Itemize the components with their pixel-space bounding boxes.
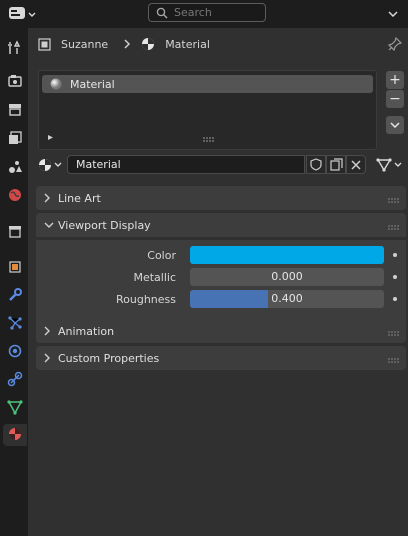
keyframe-dot-icon[interactable] [393, 253, 397, 257]
tab-render[interactable] [3, 71, 27, 93]
pin-button[interactable] [387, 36, 403, 54]
node-tree-icon [376, 158, 392, 172]
slot-label: Material [70, 77, 115, 91]
properties-main: Suzanne Material Material + − Material L… [28, 28, 408, 536]
fake-user-button[interactable] [306, 155, 326, 174]
tab-world[interactable] [3, 185, 27, 207]
color-label: Color [147, 249, 176, 262]
material-icon [141, 37, 155, 51]
metallic-slider[interactable]: 0.000 [190, 268, 384, 286]
resize-grip-icon[interactable] [203, 137, 215, 143]
chevron-right-icon [44, 326, 54, 336]
particles-icon [7, 315, 23, 334]
chevron-right-icon [44, 353, 54, 363]
chevron-right-icon [44, 193, 54, 203]
tab-modifiers[interactable] [3, 285, 27, 307]
tab-particles[interactable] [3, 313, 27, 335]
output-icon [7, 101, 23, 120]
tab-data[interactable] [3, 397, 27, 419]
slot-specials-button[interactable] [386, 116, 404, 134]
new-material-button[interactable] [326, 155, 346, 174]
tab-tool[interactable] [3, 38, 27, 60]
constraints-icon [7, 371, 23, 390]
chevron-down-icon [388, 7, 398, 20]
add-slot-button[interactable]: + [386, 71, 404, 89]
material-slot-list[interactable]: Material [38, 70, 377, 150]
search-placeholder: Search [174, 6, 212, 19]
chevron-down-icon [28, 8, 36, 21]
breadcrumb: Suzanne Material [38, 36, 210, 52]
panel-animation[interactable]: Animation [36, 319, 406, 343]
properties-header: Search [0, 0, 408, 28]
tab-physics[interactable] [3, 341, 27, 363]
node-link-button[interactable] [376, 155, 406, 175]
material-icon [7, 426, 23, 445]
editor-type-button[interactable] [8, 4, 40, 24]
breadcrumb-material: Material [165, 37, 210, 51]
world-icon [7, 187, 23, 206]
browse-material-button[interactable] [38, 155, 66, 175]
material-name-field[interactable]: Material [67, 155, 305, 174]
object-icon [38, 37, 51, 51]
panel-title: Line Art [58, 191, 101, 205]
material-preview-icon [50, 78, 62, 90]
drag-handle-icon[interactable] [388, 221, 400, 230]
panel-title: Animation [58, 324, 115, 338]
tab-scene[interactable] [3, 157, 27, 179]
roughness-value: 0.400 [271, 292, 303, 305]
tab-collection[interactable] [3, 221, 27, 243]
keyframe-dot-icon[interactable] [393, 297, 397, 301]
metallic-label: Metallic [133, 271, 176, 284]
search-icon [156, 7, 168, 19]
color-swatch[interactable] [190, 246, 384, 264]
keyframe-dot-icon[interactable] [393, 275, 397, 279]
tab-object[interactable] [3, 257, 27, 279]
roughness-slider[interactable]: 0.400 [190, 290, 384, 308]
render-icon [7, 73, 23, 92]
drag-handle-icon[interactable] [388, 354, 400, 363]
data-icon [7, 399, 23, 418]
panel-custom-properties[interactable]: Custom Properties [36, 346, 406, 370]
material-icon [38, 158, 52, 172]
panel-title: Viewport Display [58, 218, 151, 232]
properties-tabs [0, 28, 28, 536]
expand-triangle-icon[interactable] [47, 134, 54, 141]
panel-title: Custom Properties [58, 351, 160, 365]
tab-view-layer[interactable] [3, 128, 27, 150]
breadcrumb-object: Suzanne [61, 37, 109, 51]
metallic-value: 0.000 [271, 270, 303, 283]
unlink-material-button[interactable] [346, 155, 366, 174]
panel-line-art[interactable]: Line Art [36, 186, 406, 210]
chevron-down-icon [390, 122, 400, 128]
pin-icon [387, 36, 403, 54]
chevron-right-icon [124, 39, 131, 49]
chevron-down-icon [394, 162, 402, 168]
collection-icon [7, 223, 23, 242]
chevron-down-icon [44, 222, 54, 229]
list-item[interactable]: Material [42, 75, 373, 93]
physics-icon [7, 343, 23, 362]
drag-handle-icon[interactable] [388, 194, 400, 203]
view-layer-icon [7, 130, 23, 149]
properties-editor-icon [8, 6, 26, 23]
chevron-down-icon [54, 162, 62, 168]
drag-handle-icon[interactable] [388, 327, 400, 336]
modifier-icon [7, 287, 23, 306]
duplicate-icon [329, 158, 343, 171]
roughness-label: Roughness [115, 293, 176, 306]
tab-constraints[interactable] [3, 369, 27, 391]
tab-output[interactable] [3, 99, 27, 121]
panel-viewport-display[interactable]: Viewport Display [36, 213, 406, 237]
close-icon [351, 159, 361, 170]
options-button[interactable] [384, 4, 402, 22]
tool-icon [7, 39, 23, 59]
tab-material[interactable] [3, 424, 27, 446]
shield-icon [310, 158, 322, 171]
scene-icon [7, 159, 23, 178]
search-input[interactable]: Search [148, 3, 266, 22]
object-icon [7, 259, 23, 278]
remove-slot-button[interactable]: − [386, 90, 404, 108]
